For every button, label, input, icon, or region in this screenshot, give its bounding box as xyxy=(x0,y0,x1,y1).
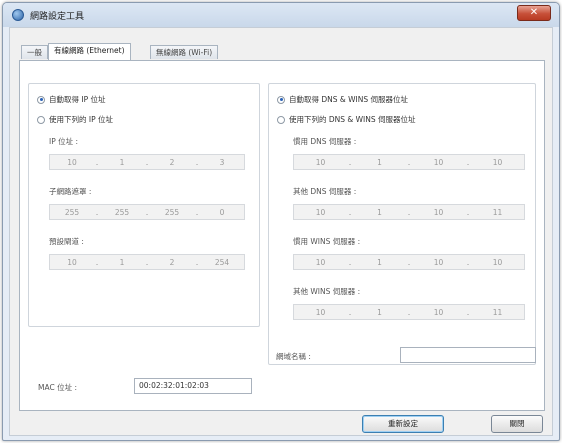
auto-ip-radio[interactable]: 自動取得 IP 位址 xyxy=(37,94,106,105)
radio-selected-icon xyxy=(277,95,285,104)
close-button[interactable]: 關閉 xyxy=(491,415,543,433)
ip-settings-group: 自動取得 IP 位址 使用下列的 IP 位址 IP 位址 : 10. 1. 2.… xyxy=(28,83,260,327)
hostname-input[interactable] xyxy=(400,347,536,363)
preferred-dns-input[interactable]: 10. 1. 10. 10 xyxy=(293,154,525,170)
radio-unselected-icon xyxy=(277,115,285,124)
subnet-mask-input[interactable]: 255. 255. 255. 0 xyxy=(49,204,245,220)
default-gateway-label: 預設閘道 : xyxy=(49,237,84,246)
manual-dns-radio[interactable]: 使用下列的 DNS & WINS 伺服器位址 xyxy=(277,114,416,125)
alternate-dns-input[interactable]: 10. 1. 10. 11 xyxy=(293,204,525,220)
ip-address-label: IP 位址 : xyxy=(49,137,79,146)
tab-wifi[interactable]: 無線網路 (Wi-Fi) xyxy=(150,45,219,59)
preferred-dns-label: 慣用 DNS 伺服器 : xyxy=(293,137,357,146)
manual-ip-radio[interactable]: 使用下列的 IP 位址 xyxy=(37,114,113,125)
close-window-button[interactable]: ✕ xyxy=(517,5,551,21)
tab-ethernet[interactable]: 有線網路 (Ethernet) xyxy=(48,43,131,60)
alternate-dns-label: 其他 DNS 伺服器 : xyxy=(293,187,357,196)
title-bar[interactable]: 網路設定工具 ✕ xyxy=(3,3,559,27)
mac-address-field[interactable]: 00:02:32:01:02:03 xyxy=(134,378,252,394)
hostname-label: 網域名稱 : xyxy=(276,352,311,361)
mac-address-label: MAC 位址 : xyxy=(38,383,78,392)
radio-unselected-icon xyxy=(37,115,45,124)
preferred-wins-label: 慣用 WINS 伺服器 : xyxy=(293,237,361,246)
ip-address-input[interactable]: 10. 1. 2. 3 xyxy=(49,154,245,170)
alternate-wins-label: 其他 WINS 伺服器 : xyxy=(293,287,361,296)
default-gateway-input[interactable]: 10. 1. 2. 254 xyxy=(49,254,245,270)
window-title: 網路設定工具 xyxy=(30,12,85,22)
dns-settings-group: 自動取得 DNS & WINS 伺服器位址 使用下列的 DNS & WINS 伺… xyxy=(268,83,536,365)
auto-dns-radio[interactable]: 自動取得 DNS & WINS 伺服器位址 xyxy=(277,94,408,105)
tab-general[interactable]: 一般 xyxy=(21,45,48,59)
apply-button[interactable]: 重新設定 xyxy=(362,415,444,433)
ethernet-tab-panel: 自動取得 IP 位址 使用下列的 IP 位址 IP 位址 : 10. 1. 2.… xyxy=(19,60,545,411)
preferred-wins-input[interactable]: 10. 1. 10. 10 xyxy=(293,254,525,270)
globe-app-icon xyxy=(12,9,24,21)
alternate-wins-input[interactable]: 10. 1. 10. 11 xyxy=(293,304,525,320)
subnet-mask-label: 子網路遮罩 : xyxy=(49,187,92,196)
radio-selected-icon xyxy=(37,95,45,104)
dialog-body: 一般 有線網路 (Ethernet) 無線網路 (Wi-Fi) 自動取得 IP … xyxy=(9,27,553,436)
dialog-window: 網路設定工具 ✕ 一般 有線網路 (Ethernet) 無線網路 (Wi-Fi)… xyxy=(2,2,560,441)
